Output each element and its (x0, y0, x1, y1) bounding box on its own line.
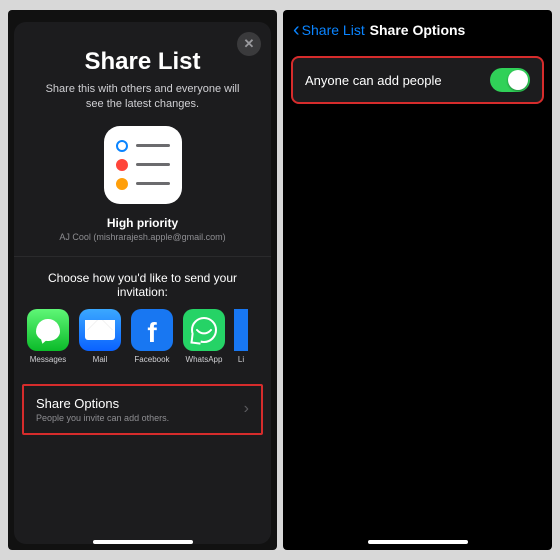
home-indicator[interactable] (93, 540, 193, 544)
page-title: Share List (14, 48, 271, 76)
share-app-facebook[interactable]: f Facebook (130, 309, 174, 364)
chevron-right-icon: › (244, 400, 249, 418)
share-app-partial[interactable]: Li (234, 309, 248, 364)
anyone-can-add-toggle[interactable] (490, 68, 530, 92)
app-icon (234, 309, 248, 351)
close-icon[interactable]: ✕ (237, 32, 261, 56)
share-options-row[interactable]: Share Options People you invite can add … (22, 384, 263, 435)
share-app-whatsapp[interactable]: WhatsApp (182, 309, 226, 364)
invitation-prompt: Choose how you'd like to send your invit… (14, 257, 271, 309)
whatsapp-icon (183, 309, 225, 351)
home-indicator[interactable] (368, 540, 468, 544)
page-subtitle: Share this with others and everyone will… (14, 76, 271, 126)
anyone-can-add-row[interactable]: Anyone can add people (291, 56, 544, 104)
share-options-screen: ‹ Share List Share Options Anyone can ad… (283, 10, 552, 550)
facebook-icon: f (131, 309, 173, 351)
share-modal: ✕ Share List Share this with others and … (14, 22, 271, 544)
share-app-messages[interactable]: Messages (26, 309, 70, 364)
share-options-sub: People you invite can add others. (36, 413, 169, 423)
toggle-label: Anyone can add people (305, 73, 442, 88)
mail-icon (79, 309, 121, 351)
share-list-screen: ✕ Share List Share this with others and … (8, 10, 277, 550)
toggle-knob (508, 70, 528, 90)
list-name: High priority (14, 216, 271, 230)
list-owner: AJ Cool (mishrarajesh.apple@gmail.com) (14, 232, 271, 242)
nav-bar: ‹ Share List Share Options (283, 10, 552, 48)
share-app-mail[interactable]: Mail (78, 309, 122, 364)
share-apps-row[interactable]: Messages Mail f Facebook WhatsApp Li (14, 309, 271, 364)
nav-title: Share Options (283, 22, 552, 38)
share-options-label: Share Options (36, 396, 169, 411)
list-thumbnail (104, 126, 182, 204)
messages-icon (27, 309, 69, 351)
